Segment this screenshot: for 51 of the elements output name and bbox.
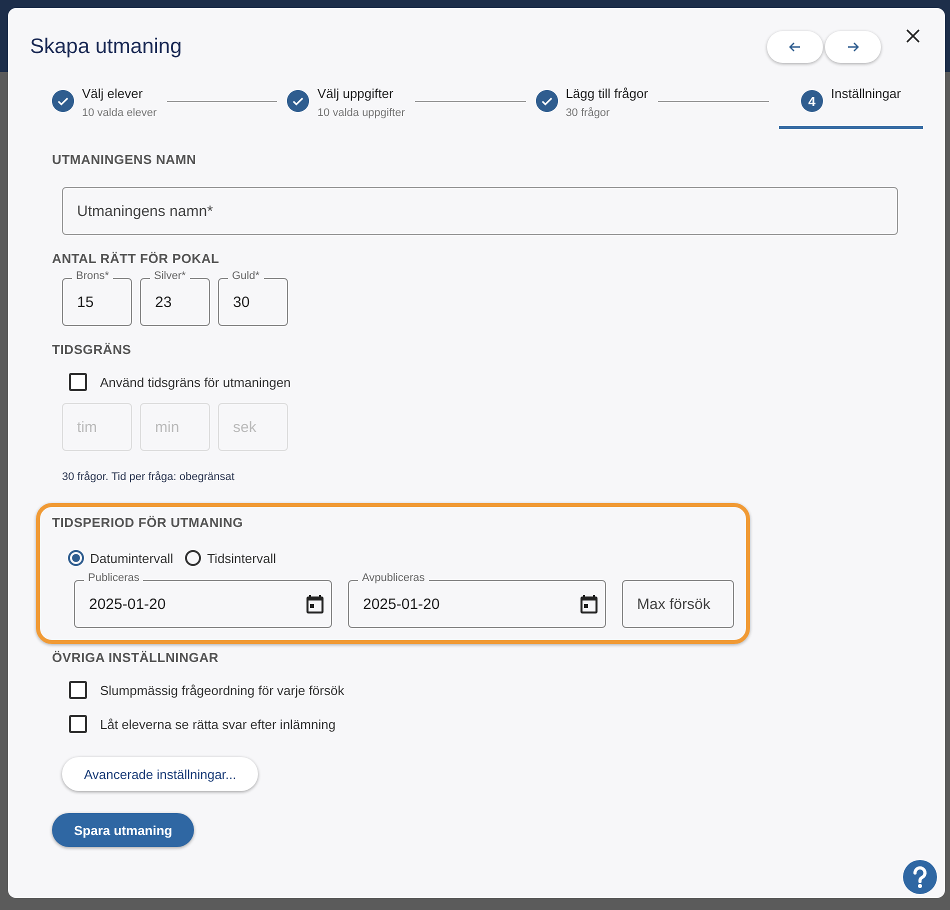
checkbox-label: Låt eleverna se rätta svar efter inlämning — [100, 716, 336, 732]
checkbox[interactable] — [69, 715, 87, 733]
section-heading: TIDSPERIOD FÖR UTMANING — [52, 515, 244, 530]
step-title: Välj uppgifter — [317, 86, 394, 101]
section-heading: ANTAL RÄTT FÖR POKAL — [52, 251, 220, 266]
section-heading: UTMANINGENS NAMN — [52, 152, 198, 167]
time-note: 30 frågor. Tid per fråga: obegränsat — [62, 471, 236, 483]
number-field[interactable]: 23 — [140, 278, 210, 326]
step-title: Välj elever — [82, 86, 144, 101]
arrow-right-icon — [847, 42, 859, 52]
section-heading: ÖVRIGA INSTÄLLNINGAR — [52, 650, 220, 665]
attempts-field[interactable]: Max försök — [622, 580, 734, 628]
field-label: Avpubliceras — [358, 572, 429, 584]
radio-label: Tidsintervall — [207, 550, 276, 566]
section-heading: TIDSGRÄNS — [52, 342, 132, 357]
check-icon — [52, 90, 74, 112]
step-tab[interactable]: 4 Inställningar — [778, 86, 923, 129]
step-tab[interactable]: Välj uppgifter 10 valda uppgifter — [287, 86, 405, 136]
number-field[interactable]: 30 — [218, 278, 288, 326]
check-icon — [536, 90, 558, 112]
help-button[interactable] — [903, 860, 937, 894]
advanced-settings-button[interactable]: Avancerade inställningar... — [62, 757, 258, 791]
radio-button[interactable] — [185, 550, 202, 566]
save-button[interactable]: Spara utmaning — [52, 813, 194, 847]
calendar-icon[interactable] — [580, 594, 598, 614]
name-field[interactable]: Utmaningens namn* — [62, 187, 898, 235]
calendar-icon[interactable] — [306, 594, 324, 614]
radio-button[interactable] — [68, 550, 84, 566]
step-title: Lägg till frågor — [566, 86, 648, 101]
field-label: Brons* — [72, 270, 114, 282]
field-label: Silver* — [150, 270, 190, 282]
step-tab[interactable]: Välj elever 10 valda elever — [52, 86, 157, 136]
radio-label: Datumintervall — [90, 550, 174, 566]
checkbox[interactable] — [69, 681, 87, 699]
step-title: Inställningar — [830, 86, 901, 101]
arrow-left-icon — [789, 42, 801, 52]
close-icon — [906, 28, 920, 42]
checkbox-label: Slumpmässig frågeordning för varje försök — [100, 682, 344, 698]
field-label: Publiceras — [84, 572, 144, 584]
step-subtitle: 30 frågor — [566, 107, 611, 119]
date-field[interactable]: 2025-01-20 — [74, 580, 332, 628]
step-subtitle: 10 valda elever — [82, 107, 157, 119]
step-subtitle: 10 valda uppgifter — [317, 107, 405, 119]
checkbox-label: Använd tidsgräns för utmaningen — [100, 374, 291, 390]
checkbox[interactable] — [69, 373, 87, 391]
step-tab[interactable]: Lägg till frågor 30 frågor — [536, 86, 648, 136]
dialog-title: Skapa utmaning — [30, 35, 183, 59]
check-icon — [287, 90, 310, 112]
field-label: Guld* — [228, 270, 264, 282]
number-field[interactable]: 15 — [62, 278, 132, 326]
step-number: 4 — [800, 90, 823, 112]
